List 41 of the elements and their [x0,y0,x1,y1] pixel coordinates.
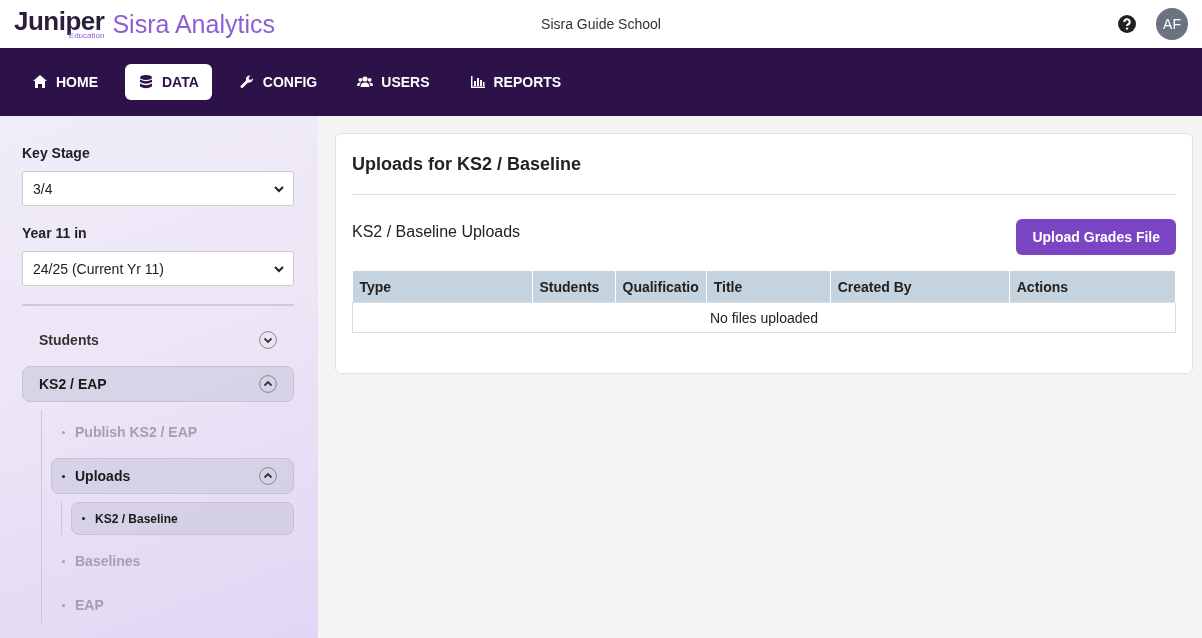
users-icon [357,74,374,90]
section-title: KS2 / Baseline Uploads [352,223,521,241]
wrench-icon [238,74,255,90]
school-name: Sisra Guide School [541,16,661,32]
sidebar-item[interactable]: Uploads [51,458,294,494]
nav-tab[interactable]: CONFIG [225,64,331,100]
filter-label: Key Stage [22,145,90,161]
sidebar-item[interactable]: KS2 / Baseline [71,502,294,535]
product-name: Sisra Analytics [112,9,275,39]
chevron-down-icon[interactable] [259,331,277,349]
sidebar-item[interactable]: KS2 / EAP [22,366,294,402]
bullet-icon [82,517,85,520]
column-header: Students [532,271,615,303]
empty-message: No files uploaded [352,302,1176,333]
bullet-icon [62,559,65,563]
nav-tab[interactable]: USERS [344,64,443,100]
column-header: Qualificatio [615,271,707,303]
filter-label: Year 11 in [22,225,87,241]
nav-tab[interactable]: DATA [125,64,212,100]
chevron-up-icon[interactable] [259,375,277,393]
sidebar-item[interactable]: Students [22,322,294,358]
database-icon [138,74,154,90]
nav-tab[interactable]: HOME [19,64,111,100]
column-header: Type [352,271,532,303]
bullet-icon [62,430,65,434]
logo-text: Juniper [14,8,105,34]
bullet-icon [62,603,65,607]
column-header: Actions [1009,271,1176,303]
column-header: Created By [830,271,1010,303]
dropdown[interactable]: 3/4 [22,171,294,206]
chart-icon [469,74,486,90]
bullet-icon [62,474,65,478]
user-avatar[interactable]: AF [1156,8,1188,40]
column-header: Title [706,271,831,303]
dropdown[interactable]: 24/25 (Current Yr 11) [22,251,294,286]
chevron-up-icon[interactable] [259,467,277,485]
page-title: Uploads for KS2 / Baseline [352,134,1176,195]
upload-button[interactable]: Upload Grades File [1016,219,1176,255]
nav-tab[interactable]: REPORTS [456,64,575,100]
help-icon[interactable] [1118,15,1136,33]
home-icon [32,74,48,90]
